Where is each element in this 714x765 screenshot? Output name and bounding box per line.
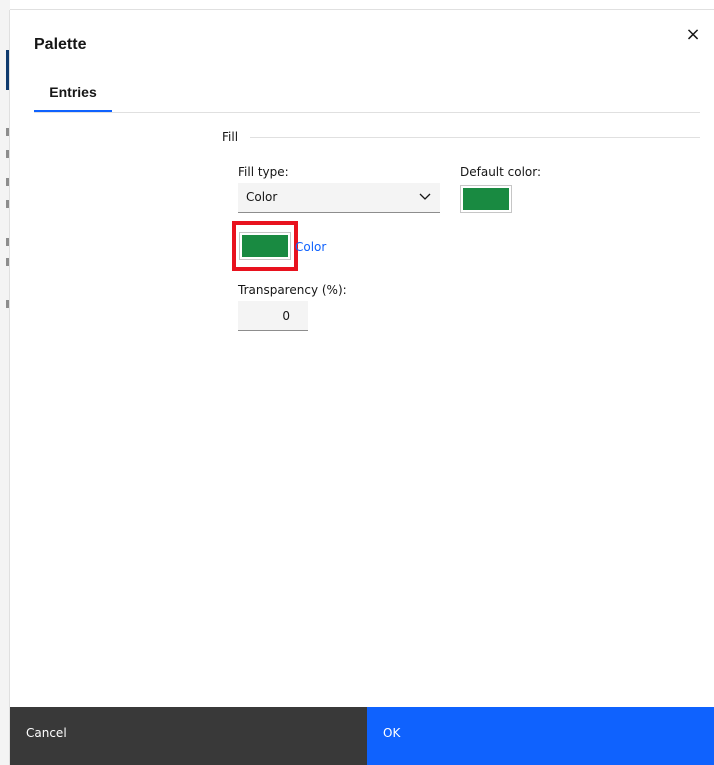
color-link[interactable]: Color — [295, 240, 326, 254]
dialog-title: Palette — [34, 36, 87, 53]
background-app-mark — [6, 178, 9, 186]
cancel-button-label: Cancel — [26, 726, 67, 740]
default-color-fill — [463, 188, 509, 210]
background-app-mark — [6, 200, 9, 208]
palette-dialog: Palette × Entries Fill Fill type: Color … — [10, 10, 714, 765]
close-button[interactable]: × — [682, 24, 704, 46]
ok-button-label: OK — [383, 726, 401, 740]
color-swatch-fill — [242, 235, 288, 257]
tab-bar: Entries — [34, 80, 700, 113]
chevron-down-icon — [419, 193, 431, 200]
ok-button[interactable]: OK — [367, 707, 714, 765]
transparency-label: Transparency (%): — [238, 283, 347, 297]
background-app-mark — [6, 238, 9, 246]
background-app-mark — [6, 150, 9, 158]
background-app-mark — [6, 258, 9, 266]
default-color-label: Default color: — [460, 165, 542, 179]
tab-entries[interactable]: Entries — [34, 80, 112, 112]
fill-type-select[interactable]: Color — [238, 183, 440, 213]
background-app-mark — [6, 50, 9, 90]
fill-section-label: Fill — [222, 130, 245, 144]
background-app-strip — [0, 0, 10, 765]
fill-section-divider — [250, 137, 700, 138]
fill-type-value: Color — [246, 190, 278, 204]
default-color-swatch[interactable] — [460, 185, 512, 213]
background-app-mark — [6, 300, 9, 308]
color-swatch-button[interactable] — [239, 232, 291, 260]
close-icon: × — [685, 24, 701, 45]
cancel-button[interactable]: Cancel — [10, 707, 367, 765]
dialog-footer: Cancel OK — [10, 707, 714, 765]
fill-type-label: Fill type: — [238, 165, 289, 179]
background-app-mark — [6, 128, 9, 136]
transparency-input[interactable]: 0 — [238, 301, 308, 331]
